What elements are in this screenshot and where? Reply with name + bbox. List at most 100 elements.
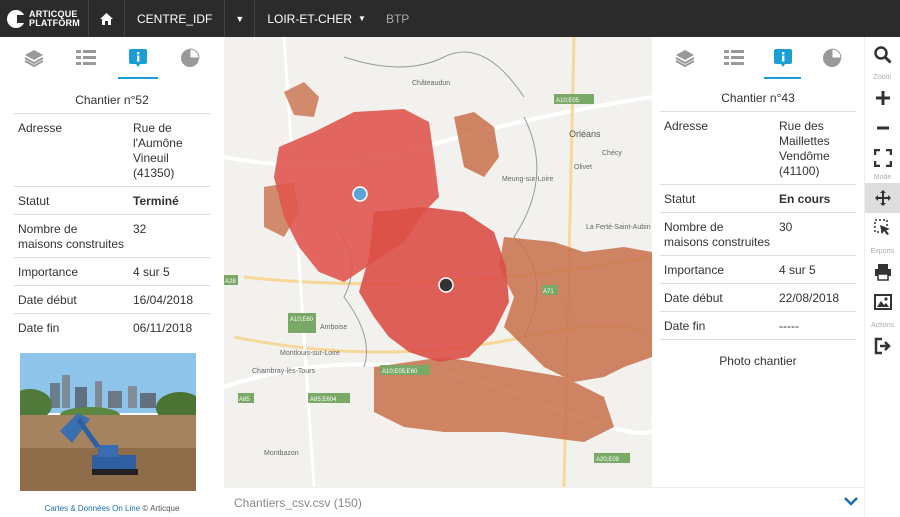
- home-icon: [100, 12, 113, 25]
- right-panel-title: Chantier n°43: [721, 91, 795, 105]
- row-label: Statut: [14, 186, 129, 215]
- svg-text:A85: A85: [239, 397, 250, 403]
- row-value: En cours: [775, 184, 856, 213]
- row-value: 16/04/2018: [129, 285, 210, 314]
- pan-mode-button[interactable]: [865, 183, 900, 213]
- chevron-down-icon[interactable]: [844, 496, 858, 506]
- tab-legend[interactable]: [60, 37, 112, 79]
- region-dropdown-button[interactable]: ▼: [224, 0, 254, 37]
- credits-text: © Articque: [142, 504, 180, 513]
- print-button[interactable]: [865, 257, 900, 287]
- road-label: A85;E604: [308, 393, 350, 403]
- right-attributes-table: Adresse Rue des Maillettes Vendôme (41100…: [660, 111, 856, 339]
- caret-down-icon: ▼: [358, 14, 366, 23]
- legend-list-icon: [76, 50, 96, 65]
- row-label: Adresse: [660, 111, 775, 185]
- row-label: Date fin: [14, 313, 129, 341]
- dataset-label: Chantiers_csv.csv (150): [234, 495, 362, 510]
- row-value: 06/11/2018: [129, 313, 210, 341]
- legend-list-icon: [723, 50, 744, 65]
- map-place-label: Châteaudun: [412, 80, 450, 87]
- tab-legend[interactable]: [709, 37, 758, 79]
- layers-icon: [24, 50, 44, 67]
- table-row: Statut Terminé: [14, 186, 210, 215]
- tab-charts[interactable]: [807, 37, 856, 79]
- construction-site-photo[interactable]: [20, 353, 196, 491]
- row-value: 30: [775, 212, 856, 256]
- tab-info[interactable]: [112, 37, 164, 79]
- fit-extent-button[interactable]: [865, 143, 900, 173]
- row-label: Nombre de maisons construites: [660, 212, 775, 256]
- row-value: Rue des Maillettes Vendôme (41100): [775, 111, 856, 185]
- zoom-out-button[interactable]: [865, 113, 900, 143]
- exit-icon: [874, 337, 891, 355]
- map-place-label: La Ferté-Saint-Aubin: [586, 224, 651, 231]
- row-value: Terminé: [129, 186, 210, 215]
- search-icon: [874, 46, 892, 64]
- mode-section-label: Mode: [873, 174, 892, 181]
- map-place-label: Amboise: [320, 324, 347, 331]
- svg-text:A71: A71: [543, 289, 554, 295]
- pie-chart-icon: [822, 48, 842, 67]
- left-info-panel: Chantier n°52 Adresse Rue de l'Aumône Vin…: [0, 37, 224, 517]
- table-row: Statut En cours: [660, 184, 856, 213]
- svg-text:A10;E05;E60: A10;E05;E60: [382, 369, 418, 375]
- row-label: Importance: [660, 255, 775, 284]
- credits: Cartes & Données On Line © Articque: [0, 504, 224, 513]
- map-canvas[interactable]: Châteaudun Orléans Olivet Chécy Meung-su…: [224, 37, 652, 487]
- photo-section: Photo chantier: [660, 339, 856, 368]
- left-attributes-table: Adresse Rue de l'Aumône Vineuil (41350) S…: [14, 113, 210, 341]
- articque-logo[interactable]: ARTICQUE PLATFORM: [0, 0, 88, 37]
- table-row: Adresse Rue de l'Aumône Vineuil (41350): [14, 113, 210, 187]
- table-row: Importance 4 sur 5: [660, 255, 856, 284]
- search-button[interactable]: [865, 37, 900, 73]
- home-button[interactable]: [88, 0, 124, 37]
- expand-icon: [874, 149, 892, 167]
- department-label: LOIR-ET-CHER: [267, 11, 353, 26]
- row-value: 4 sur 5: [129, 257, 210, 286]
- dataset-bar[interactable]: Chantiers_csv.csv (150): [224, 487, 864, 517]
- selection-cursor-icon: [874, 219, 890, 235]
- tab-charts[interactable]: [164, 37, 216, 79]
- map-place-label: Orléans: [569, 129, 601, 139]
- tab-layers[interactable]: [8, 37, 60, 79]
- row-label: Date début: [660, 283, 775, 312]
- table-row: Date début 22/08/2018: [660, 283, 856, 312]
- department-selector[interactable]: LOIR-ET-CHER ▼: [254, 0, 378, 37]
- tab-layers[interactable]: [660, 37, 709, 79]
- logout-button[interactable]: [865, 331, 900, 361]
- site-marker-selected[interactable]: [438, 277, 454, 293]
- left-panel-tabs: [0, 37, 224, 79]
- site-marker-blue[interactable]: [352, 186, 368, 202]
- image-icon: [874, 294, 892, 310]
- right-info-panel: Chantier n°43 Adresse Rue des Maillettes …: [652, 37, 864, 487]
- table-row: Importance 4 sur 5: [14, 257, 210, 286]
- road-label: A10;E60: [288, 313, 316, 333]
- road-label: A10;E05;E60: [380, 365, 430, 375]
- row-label: Nombre de maisons construites: [14, 214, 129, 258]
- logo-line2: PLATFORM: [29, 17, 80, 28]
- region-selector[interactable]: CENTRE_IDF: [124, 0, 224, 37]
- theme-label[interactable]: BTP: [378, 0, 421, 37]
- select-mode-button[interactable]: [865, 213, 900, 243]
- map-place-label: Montbazon: [264, 450, 299, 457]
- info-icon: [129, 49, 147, 67]
- photo-label: Photo chantier: [719, 354, 797, 368]
- map-place-label: Montlouis-sur-Loire: [280, 350, 340, 357]
- svg-text:A20;E09: A20;E09: [596, 457, 620, 463]
- credits-link[interactable]: Cartes & Données On Line: [45, 504, 141, 513]
- map-place-label: Olivet: [574, 164, 592, 171]
- table-row: Adresse Rue des Maillettes Vendôme (41100…: [660, 111, 856, 185]
- layers-icon: [675, 50, 694, 67]
- table-row: Nombre de maisons construites 30: [660, 212, 856, 256]
- row-label: Date début: [14, 285, 129, 314]
- top-bar: ARTICQUE PLATFORM CENTRE_IDF ▼ LOIR-ET-C…: [0, 0, 900, 37]
- zoom-in-button[interactable]: [865, 83, 900, 113]
- export-image-button[interactable]: [865, 287, 900, 317]
- svg-text:A10;E05: A10;E05: [556, 98, 580, 104]
- tab-info[interactable]: [758, 37, 807, 79]
- map-place-label: Chécy: [602, 150, 622, 157]
- printer-icon: [875, 264, 891, 281]
- road-label: A28: [224, 275, 238, 285]
- table-row: Date fin 06/11/2018: [14, 313, 210, 341]
